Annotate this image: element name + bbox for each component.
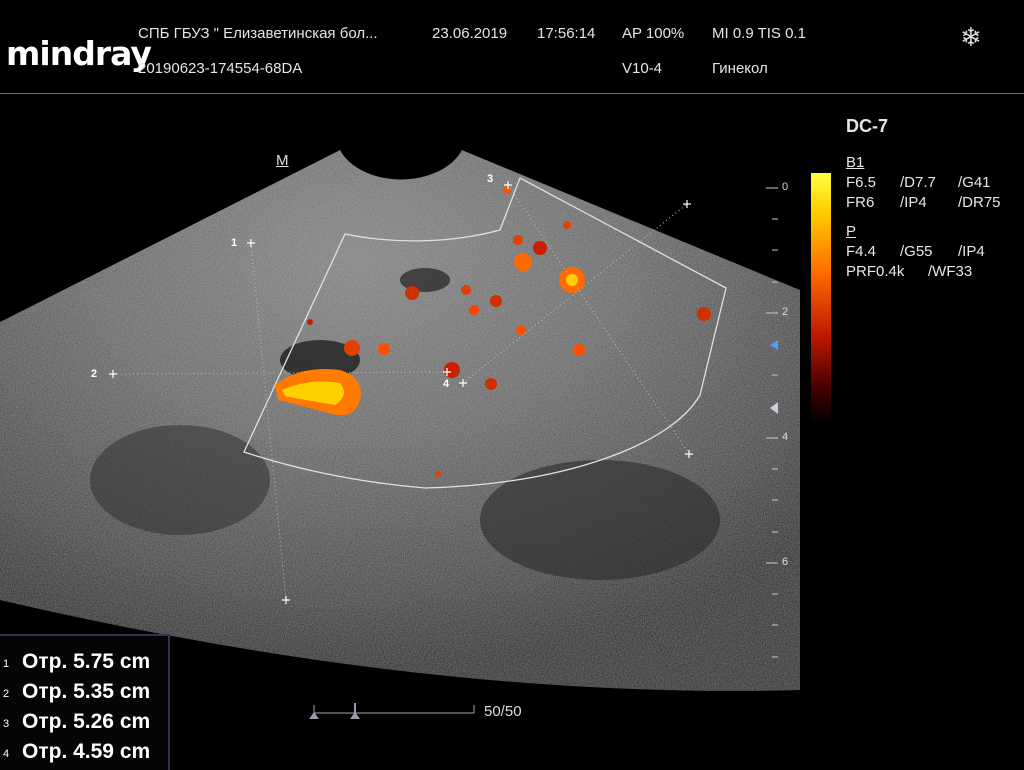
orientation-marker: M	[276, 152, 289, 169]
measurement-value: Отр. 5.75 cm	[22, 650, 151, 673]
measurement-row[interactable]: 2 Отр. 5.35 cm	[0, 678, 168, 708]
marker-4-label: 4	[443, 378, 450, 390]
measurement-index: 4	[3, 748, 10, 760]
color-bar	[811, 173, 831, 423]
measurement-row[interactable]: 4 Отр. 4.59 cm	[0, 738, 168, 768]
depth-label-2: 2	[782, 306, 789, 318]
measurement-index: 2	[3, 688, 10, 700]
b1-freq: F6.5	[846, 174, 877, 191]
b1-dynamic-range: /DR75	[958, 194, 1001, 211]
measurement-row[interactable]: 3 Отр. 5.26 cm	[0, 708, 168, 738]
p-gain: /G55	[900, 243, 933, 260]
b1-depth: /D7.7	[900, 174, 936, 191]
b1-ip: /IP4	[900, 194, 927, 211]
mode-label: DC-7	[846, 116, 889, 136]
b1-heading: B1	[846, 154, 865, 171]
depth-label-4: 4	[782, 431, 789, 443]
measurement-value: Отр. 5.35 cm	[22, 680, 151, 703]
p-wall-filter: /WF33	[928, 263, 973, 280]
marker-2-label: 2	[91, 368, 98, 380]
depth-label-6: 6	[782, 556, 789, 568]
p-heading: P	[846, 223, 857, 240]
measurement-value: Отр. 5.26 cm	[22, 710, 151, 733]
p-prf: PRF0.4k	[846, 263, 905, 280]
sector-tissue	[0, 150, 800, 691]
measurement-value: Отр. 4.59 cm	[22, 740, 151, 763]
marker-1-label: 1	[231, 237, 238, 249]
frame-counter: 50/50	[484, 703, 522, 720]
depth-label-0: 0	[782, 181, 789, 193]
measurement-row[interactable]: 1 Отр. 5.75 cm	[0, 648, 168, 678]
p-ip: /IP4	[958, 243, 985, 260]
marker-3-label: 3	[487, 173, 494, 185]
b1-frame-rate: FR6	[846, 194, 875, 211]
b1-gain: /G41	[958, 174, 991, 191]
cine-slider[interactable]	[309, 703, 475, 719]
measurement-index: 3	[3, 718, 10, 730]
measurement-index: 1	[3, 658, 10, 670]
p-freq: F4.4	[846, 243, 877, 260]
